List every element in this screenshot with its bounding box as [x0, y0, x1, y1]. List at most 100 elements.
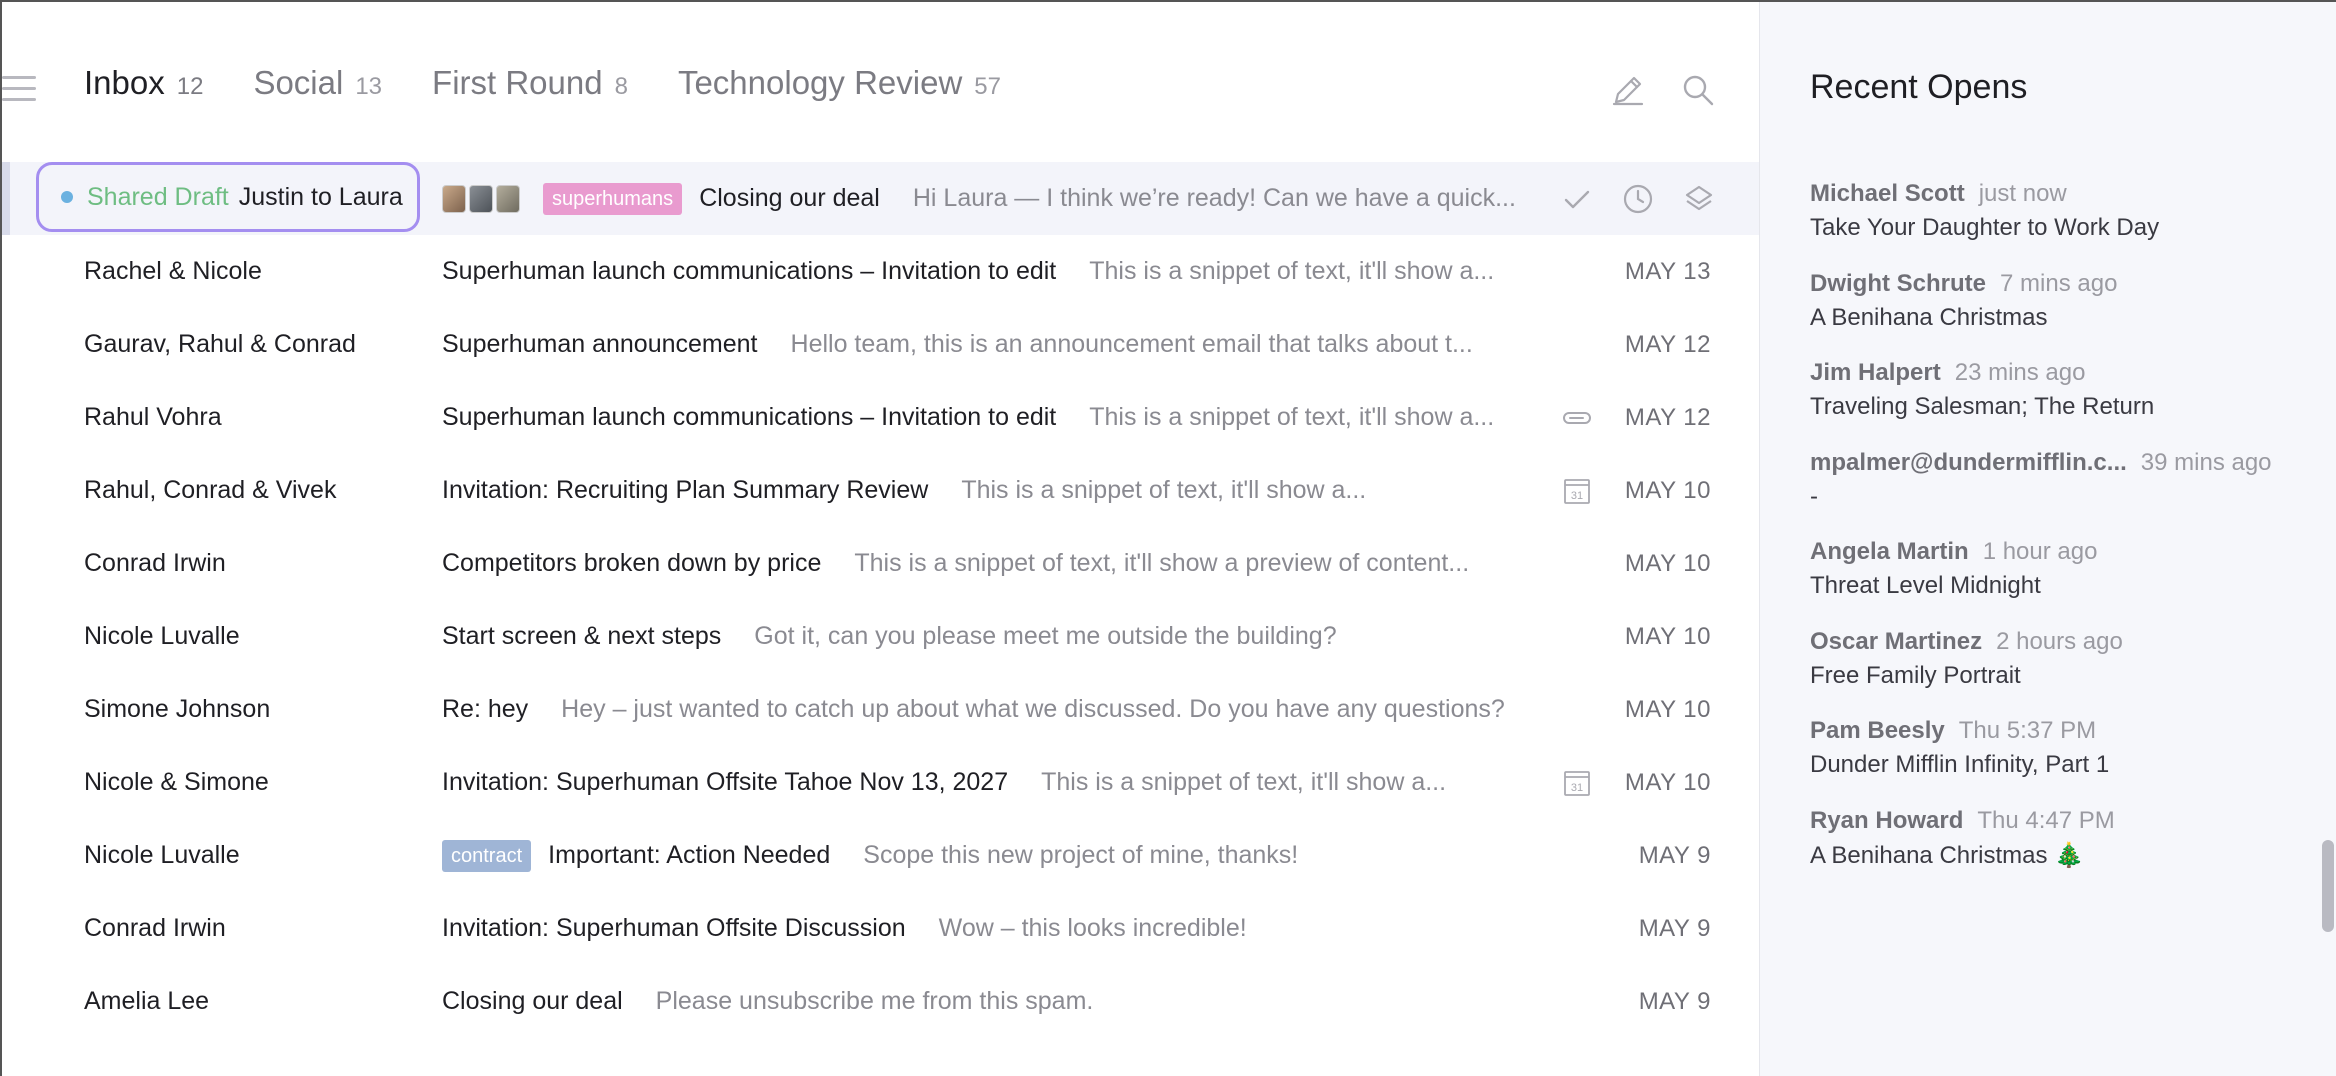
email-subject: Competitors broken down by price [442, 549, 822, 577]
label-tag[interactable]: contract [442, 839, 532, 872]
open-subject: Traveling Salesman; The Return [1810, 393, 2155, 420]
open-name: Angela Martin [1810, 538, 1969, 565]
draft-row[interactable]: Shared Draft Justin to Laura superhumans… [2, 162, 1759, 235]
tab-count: 8 [614, 73, 628, 100]
email-date: MAY 10 [1624, 768, 1711, 796]
row-content: Re: hey Hey – just wanted to catch up ab… [442, 695, 1505, 724]
row-content: Competitors broken down by price This is… [442, 549, 1469, 578]
shared-draft-indicator[interactable]: Shared Draft Justin to Laura [36, 162, 420, 232]
row-content: Invitation: Superhuman Offsite Tahoe Nov… [442, 768, 1446, 797]
mail-list-pane: Inbox 12 Social 13 First Round 8 Technol… [2, 2, 1759, 1076]
row-content: Invitation: Superhuman Offsite Discussio… [442, 914, 1247, 943]
email-sender: Rachel & Nicole [84, 257, 262, 285]
email-row[interactable]: Nicole Luvalle Start screen & next steps… [2, 600, 1759, 673]
email-subject: Important: Action Needed [548, 841, 831, 869]
menu-icon[interactable] [2, 76, 36, 102]
open-name: Jim Halpert [1810, 359, 1941, 386]
email-snippet: This is a snippet of text, it'll show a.… [1089, 257, 1495, 285]
open-time: Thu 4:47 PM [1977, 806, 2115, 834]
search-icon[interactable] [1680, 72, 1716, 108]
calendar-icon: 31 [1561, 767, 1593, 799]
email-row[interactable]: Rachel & Nicole Superhuman launch commun… [2, 235, 1759, 308]
email-subject: Invitation: Superhuman Offsite Tahoe Nov… [442, 768, 1009, 796]
email-snippet: Scope this new project of mine, thanks! [863, 841, 1299, 869]
row-content: contract Important: Action Needed Scope … [442, 839, 1299, 872]
tab-count: 13 [355, 73, 383, 100]
draft-label: Shared Draft [87, 182, 229, 211]
tab-label: First Round [432, 64, 603, 101]
email-row[interactable]: Amelia Lee Closing our deal Please unsub… [2, 965, 1759, 1038]
email-row[interactable]: Gaurav, Rahul & Conrad Superhuman announ… [2, 308, 1759, 381]
sidebar-title: Recent Opens [1810, 68, 2028, 106]
email-sender: Gaurav, Rahul & Conrad [84, 330, 356, 358]
email-row[interactable]: Simone Johnson Re: hey Hey – just wanted… [2, 673, 1759, 746]
email-date: MAY 10 [1624, 695, 1711, 723]
recent-open-item[interactable]: Michael Scott just now Take Your Daughter… [1810, 180, 2310, 270]
email-row[interactable]: Conrad Irwin Competitors broken down by … [2, 527, 1759, 600]
recent-opens-sidebar: Recent Opens Michael Scott just now Take … [1759, 2, 2336, 1076]
tab-first-round[interactable]: First Round 8 [432, 64, 628, 102]
email-date: MAY 9 [1638, 841, 1711, 869]
recent-open-item[interactable]: Oscar Martinez 2 hours ago Free Family Po… [1810, 628, 2310, 718]
open-name: Dwight Schrute [1810, 269, 1987, 297]
email-date: MAY 10 [1624, 476, 1711, 504]
tab-count: 57 [974, 73, 1001, 100]
email-sender: Amelia Lee [84, 987, 210, 1015]
tab-inbox[interactable]: Inbox 12 [84, 64, 203, 102]
email-snippet: This is a snippet of text, it'll show a.… [1089, 403, 1495, 431]
email-subject: Closing our deal [442, 987, 623, 1015]
email-sender: Conrad Irwin [84, 914, 226, 942]
open-time: 23 mins ago [1954, 359, 2086, 386]
draft-participants: Justin to Laura [238, 182, 403, 211]
row-content: Closing our deal Please unsubscribe me f… [442, 987, 1093, 1016]
email-snippet: Hey – just wanted to catch up about what… [561, 695, 1505, 723]
recent-open-item[interactable]: Angela Martin 1 hour ago Threat Level Mid… [1810, 538, 2310, 628]
open-time: just now [1978, 180, 2067, 207]
email-sender: Nicole & Simone [84, 768, 269, 796]
email-snippet: Hi Laura — I think we’re ready! Can we h… [912, 184, 1516, 212]
email-subject: Superhuman announcement [442, 330, 758, 358]
open-time: 2 hours ago [1996, 627, 2123, 655]
tab-technology-review[interactable]: Technology Review 57 [678, 64, 1001, 102]
label-tag[interactable]: superhumans [543, 182, 683, 215]
email-row[interactable]: Rahul, Conrad & Vivek Invitation: Recrui… [2, 454, 1759, 527]
email-snippet: Hello team, this is an announcement emai… [790, 330, 1473, 358]
pencil-icon[interactable] [1610, 72, 1646, 108]
email-row[interactable]: Nicole Luvalle contract Important: Actio… [2, 819, 1759, 892]
open-name: Michael Scott [1810, 180, 1965, 207]
recent-open-item[interactable]: Ryan Howard Thu 4:47 PM A Benihana Christ… [1810, 807, 2310, 897]
open-time: 1 hour ago [1982, 538, 2098, 565]
recent-opens-list: Michael Scott just now Take Your Daughter… [1810, 180, 2310, 896]
open-name: Oscar Martinez [1810, 627, 1983, 655]
row-content: Superhuman announcement Hello team, this… [442, 330, 1473, 359]
row-content: Superhuman launch communications – Invit… [442, 257, 1494, 286]
email-subject: Start screen & next steps [442, 622, 722, 650]
email-date: MAY 10 [1624, 549, 1711, 577]
email-snippet: This is a snippet of text, it'll show a … [854, 549, 1470, 577]
open-subject: - [1810, 482, 1818, 510]
tab-label: Inbox [84, 64, 165, 101]
email-subject: Closing our deal [699, 184, 880, 212]
open-name: mpalmer@dundermifflin.c... [1810, 448, 2127, 476]
check-icon[interactable] [1561, 183, 1593, 215]
email-row[interactable]: Nicole & Simone Invitation: Superhuman O… [2, 746, 1759, 819]
open-time: Thu 5:37 PM [1958, 717, 2097, 744]
email-sender: Rahul, Conrad & Vivek [84, 476, 337, 504]
email-subject: Invitation: Superhuman Offsite Discussio… [442, 914, 906, 942]
email-row[interactable]: Rahul Vohra Superhuman launch communicat… [2, 381, 1759, 454]
recent-open-item[interactable]: Pam Beesly Thu 5:37 PM Dunder Mifflin Inf… [1810, 717, 2310, 807]
layers-icon[interactable] [1683, 183, 1715, 215]
row-content: superhumans Closing our deal Hi Laura — … [442, 182, 1516, 215]
recent-open-item[interactable]: mpalmer@dundermifflin.c... 39 mins ago - [1810, 449, 2310, 539]
email-date: MAY 13 [1624, 257, 1711, 285]
email-date: MAY 12 [1624, 330, 1711, 358]
recent-open-item[interactable]: Jim Halpert 23 mins ago Traveling Salesma… [1810, 359, 2310, 449]
clock-icon[interactable] [1622, 183, 1654, 215]
tab-social[interactable]: Social 13 [253, 64, 382, 102]
sidebar-scrollbar[interactable] [2322, 840, 2334, 932]
open-subject: Free Family Portrait [1810, 661, 2021, 689]
recent-open-item[interactable]: Dwight Schrute 7 mins ago A Benihana Chri… [1810, 270, 2310, 360]
email-sender: Conrad Irwin [84, 549, 226, 577]
avatar [469, 184, 493, 213]
email-row[interactable]: Conrad Irwin Invitation: Superhuman Offs… [2, 892, 1759, 965]
